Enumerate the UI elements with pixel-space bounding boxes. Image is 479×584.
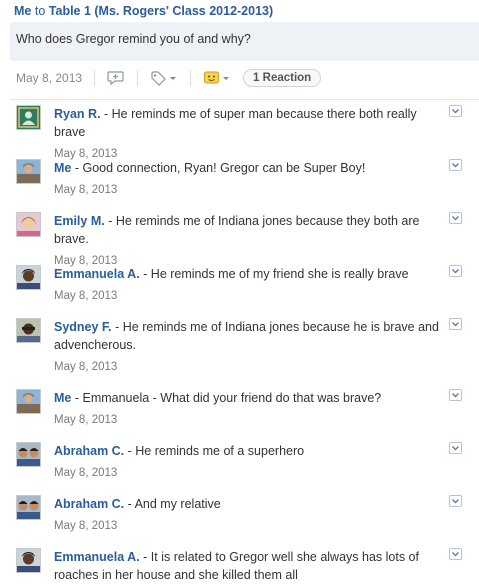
reply-options-button[interactable] bbox=[449, 495, 462, 507]
reply-author-link[interactable]: Abraham C. bbox=[54, 444, 124, 458]
avatar[interactable] bbox=[16, 548, 41, 573]
post-date: May 8, 2013 bbox=[16, 71, 83, 85]
author-link[interactable]: Me bbox=[14, 4, 31, 18]
reply-options-button[interactable] bbox=[449, 212, 462, 224]
avatar[interactable] bbox=[16, 159, 41, 184]
reaction-icon bbox=[204, 71, 230, 84]
avatar[interactable] bbox=[16, 212, 41, 237]
reply-date: May 8, 2013 bbox=[54, 520, 118, 532]
to-label: to bbox=[34, 4, 46, 18]
tag-icon bbox=[151, 71, 177, 86]
reply-body: Sydney F. - He reminds me of Indiana jon… bbox=[54, 318, 444, 375]
reply-text: - He reminds me of Indiana jones because… bbox=[54, 320, 439, 352]
reply-body: Emmanuela A. - He reminds me of my frien… bbox=[54, 265, 434, 304]
reaction-count-button[interactable]: 1 Reaction bbox=[243, 69, 322, 87]
photo-avatar-icon bbox=[17, 319, 40, 342]
reply-body: Ryan R. - He reminds me of super man bec… bbox=[54, 105, 434, 162]
reply-options-button[interactable] bbox=[449, 389, 462, 401]
reply-text: - He reminds me of a superhero bbox=[124, 444, 305, 458]
post-question: Who does Gregor remind you of and why? bbox=[10, 22, 479, 61]
photo-avatar-icon bbox=[17, 213, 40, 236]
reply-options-button[interactable] bbox=[449, 442, 462, 454]
divider bbox=[137, 70, 139, 86]
reply-icon bbox=[107, 71, 124, 86]
chevron-down-icon bbox=[452, 269, 459, 274]
reply-options-button[interactable] bbox=[449, 265, 462, 277]
reply-author-link[interactable]: Ryan R. bbox=[54, 107, 101, 121]
default-avatar-icon bbox=[17, 106, 40, 129]
group-link[interactable]: Table 1 (Ms. Rogers' Class 2012-2013) bbox=[49, 4, 273, 18]
reply-author-link[interactable]: Emmanuela A. bbox=[54, 267, 140, 281]
photo-avatar-icon bbox=[17, 496, 40, 519]
photo-avatar-icon bbox=[17, 160, 40, 183]
reply-body: Emmanuela A. - It is related to Gregor w… bbox=[54, 548, 439, 584]
reply-options-button[interactable] bbox=[449, 105, 462, 117]
tag-button[interactable] bbox=[150, 70, 178, 86]
reply-options-button[interactable] bbox=[449, 548, 462, 560]
divider bbox=[190, 70, 192, 86]
avatar[interactable] bbox=[16, 389, 41, 414]
reply-author-link[interactable]: Emily M. bbox=[54, 214, 105, 228]
post-meta-row: May 8, 2013 1 Reaction bbox=[0, 61, 479, 95]
chevron-down-icon bbox=[452, 216, 459, 221]
reply-text: - Good connection, Ryan! Gregor can be S… bbox=[71, 161, 366, 175]
avatar[interactable] bbox=[16, 495, 41, 520]
reply-body: Me - Emmanuela - What did your friend do… bbox=[54, 389, 434, 428]
reply-date: May 8, 2013 bbox=[54, 361, 118, 373]
reaction-button[interactable] bbox=[203, 70, 231, 86]
photo-avatar-icon bbox=[17, 549, 40, 572]
photo-avatar-icon bbox=[17, 266, 40, 289]
reply-date: May 8, 2013 bbox=[54, 467, 118, 479]
reply-text: - He reminds me of my friend she is real… bbox=[139, 267, 409, 281]
reply-text: - He reminds me of super man because the… bbox=[54, 107, 417, 139]
post-header: Me to Table 1 (Ms. Rogers' Class 2012-20… bbox=[0, 0, 479, 22]
reply-options-button[interactable] bbox=[449, 159, 462, 171]
divider bbox=[94, 70, 96, 86]
chevron-down-icon bbox=[452, 109, 459, 114]
chevron-down-icon bbox=[452, 393, 459, 398]
reply-body: Me - Good connection, Ryan! Gregor can b… bbox=[54, 159, 434, 198]
chevron-down-icon bbox=[452, 446, 459, 451]
reply-date: May 8, 2013 bbox=[54, 414, 118, 426]
reply-date: May 8, 2013 bbox=[54, 290, 118, 302]
chevron-down-icon bbox=[452, 163, 459, 168]
reply-body: Abraham C. - And my relative May 8, 2013 bbox=[54, 495, 434, 534]
avatar[interactable] bbox=[16, 265, 41, 290]
reply-date: May 8, 2013 bbox=[54, 184, 118, 196]
reply-body: Emily M. - He reminds me of Indiana jone… bbox=[54, 212, 449, 269]
reply-author-link[interactable]: Abraham C. bbox=[54, 497, 124, 511]
question-text: Who does Gregor remind you of and why? bbox=[16, 32, 251, 46]
reply-text: - He reminds me of Indiana jones because… bbox=[54, 214, 420, 246]
photo-avatar-icon bbox=[17, 390, 40, 413]
reply-author-link[interactable]: Me bbox=[54, 161, 71, 175]
avatar[interactable] bbox=[16, 105, 41, 130]
reply-button[interactable] bbox=[107, 70, 125, 86]
reply-author-link[interactable]: Emmanuela A. bbox=[54, 550, 140, 564]
avatar[interactable] bbox=[16, 318, 41, 343]
reply-options-button[interactable] bbox=[449, 318, 462, 330]
avatar[interactable] bbox=[16, 442, 41, 467]
reply-body: Abraham C. - He reminds me of a superher… bbox=[54, 442, 434, 481]
chevron-down-icon bbox=[452, 499, 459, 504]
divider bbox=[10, 99, 479, 100]
reply-text: - Emmanuela - What did your friend do th… bbox=[71, 391, 382, 405]
chevron-down-icon bbox=[452, 552, 459, 557]
reply-text: - And my relative bbox=[124, 497, 221, 511]
photo-avatar-icon bbox=[17, 443, 40, 466]
reply-author-link[interactable]: Me bbox=[54, 391, 71, 405]
reply-author-link[interactable]: Sydney F. bbox=[54, 320, 112, 334]
chevron-down-icon bbox=[452, 322, 459, 327]
